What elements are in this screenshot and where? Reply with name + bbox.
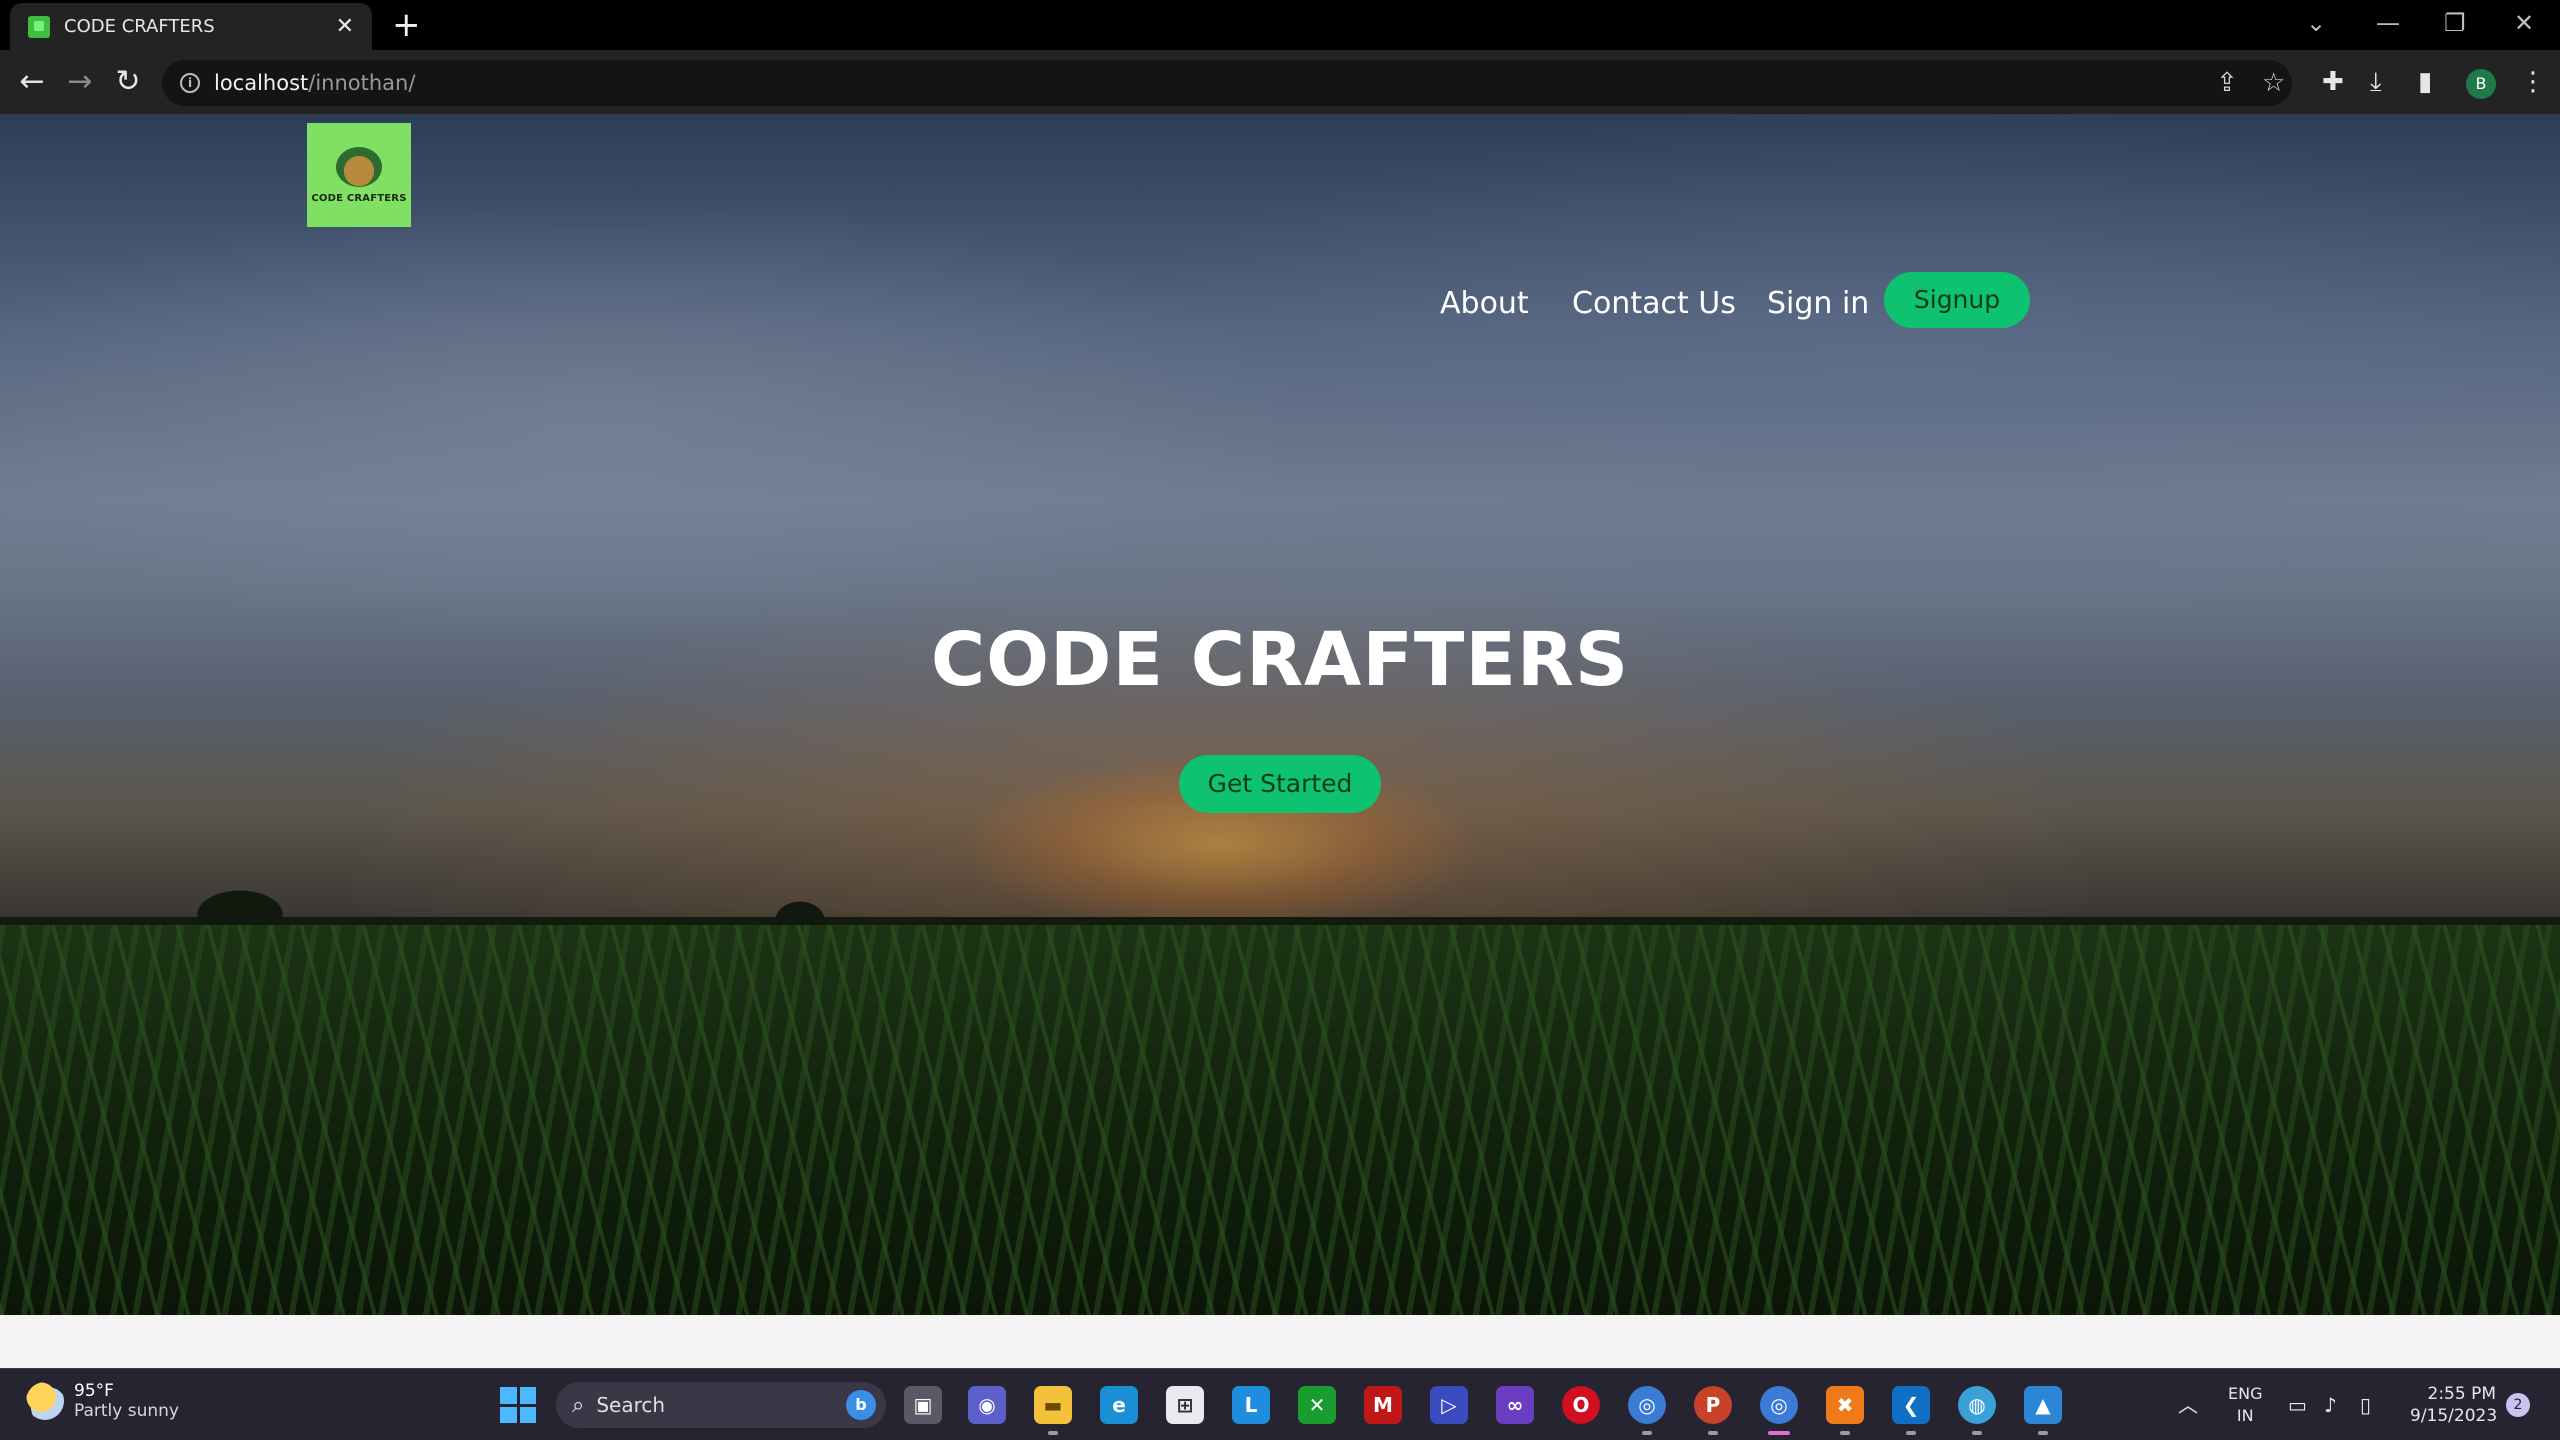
- page-viewport: CODE CRAFTERS About Contact Us Sign in S…: [0, 115, 2560, 1368]
- back-button[interactable]: ←: [14, 64, 50, 100]
- volume-icon[interactable]: ♪: [2324, 1387, 2337, 1423]
- signup-button[interactable]: Signup: [1884, 272, 2030, 328]
- lens-app-icon[interactable]: L: [1232, 1386, 1270, 1424]
- microsoft-store-icon[interactable]: ⊞: [1166, 1386, 1204, 1424]
- nav-contact-us[interactable]: Contact Us: [1572, 286, 1736, 321]
- system-clock[interactable]: 2:55 PM 9/15/2023: [2410, 1383, 2498, 1427]
- tab-close-icon[interactable]: ✕: [336, 15, 354, 38]
- hero-title: CODE CRAFTERS: [930, 617, 1630, 703]
- chrome-icon[interactable]: ◎: [1760, 1386, 1798, 1435]
- side-panel-icon[interactable]: ▮: [2418, 67, 2432, 97]
- windows-start-icon[interactable]: [500, 1387, 536, 1423]
- site-nav: About Contact Us Sign in: [0, 173, 2560, 321]
- powerpoint-icon[interactable]: P: [1694, 1386, 1732, 1435]
- menu-kebab-icon[interactable]: ⋮: [2520, 67, 2546, 97]
- file-explorer-icon[interactable]: ▬: [1034, 1386, 1072, 1435]
- site-favicon-icon: [28, 15, 50, 38]
- browser-tab[interactable]: CODE CRAFTERS ✕: [10, 3, 372, 50]
- language-region: IN: [2236, 1406, 2254, 1425]
- share-icon[interactable]: ⇪: [2216, 68, 2238, 98]
- weather-temperature: 95°F: [74, 1381, 114, 1401]
- battery-icon[interactable]: ▯: [2360, 1387, 2371, 1423]
- restore-button[interactable]: ❐: [2444, 8, 2466, 38]
- show-hidden-icons-icon[interactable]: ︿: [2178, 1387, 2198, 1423]
- xbox-icon[interactable]: ✕: [1298, 1386, 1336, 1424]
- tab-title: CODE CRAFTERS: [64, 16, 215, 37]
- taskbar: 95°F Partly sunny ⌕ Search b ▣ ◉ ▬ e ⊞ L…: [0, 1368, 2560, 1440]
- network-icon[interactable]: ▭: [2288, 1387, 2307, 1423]
- url-host: localhost: [214, 71, 309, 95]
- site-info-icon[interactable]: i: [180, 73, 200, 93]
- language-indicator[interactable]: ENG IN: [2228, 1383, 2262, 1427]
- get-started-button[interactable]: Get Started: [1179, 755, 1381, 813]
- nav-about[interactable]: About: [1440, 286, 1529, 321]
- notification-badge[interactable]: 2: [2506, 1393, 2530, 1417]
- clock-time: 2:55 PM: [2427, 1384, 2497, 1404]
- mcafee-icon[interactable]: M: [1364, 1386, 1402, 1424]
- reload-button[interactable]: ↻: [110, 64, 146, 100]
- hero-section: CODE CRAFTERS About Contact Us Sign in S…: [0, 115, 2560, 1315]
- xampp-icon[interactable]: ✖: [1826, 1386, 1864, 1435]
- search-label: Search: [596, 1393, 666, 1417]
- weather-description: Partly sunny: [74, 1401, 179, 1421]
- vscode-icon[interactable]: ❮: [1892, 1386, 1930, 1435]
- new-tab-button[interactable]: +: [392, 8, 421, 42]
- profile-avatar[interactable]: B: [2466, 69, 2496, 99]
- tab-search-icon[interactable]: ⌄: [2306, 8, 2326, 38]
- edge-icon[interactable]: e: [1100, 1386, 1138, 1424]
- minimize-button[interactable]: —: [2376, 8, 2400, 38]
- forward-button[interactable]: →: [62, 64, 98, 100]
- bookmark-star-icon[interactable]: ☆: [2262, 68, 2285, 98]
- nav-sign-in[interactable]: Sign in: [1767, 286, 1869, 321]
- earth-app-icon[interactable]: ◍: [1958, 1386, 1996, 1435]
- download-icon[interactable]: ⤓: [2370, 67, 2382, 97]
- opera-icon[interactable]: O: [1562, 1386, 1600, 1424]
- task-view-icon[interactable]: ▣: [904, 1386, 942, 1424]
- teams-chat-icon[interactable]: ◉: [968, 1386, 1006, 1424]
- search-icon: ⌕: [572, 1392, 585, 1418]
- language-code: ENG: [2228, 1384, 2263, 1403]
- partly-sunny-icon: [26, 1382, 64, 1420]
- power-automate-icon[interactable]: ▷: [1430, 1386, 1468, 1424]
- bing-icon[interactable]: b: [846, 1390, 876, 1420]
- clock-date: 9/15/2023: [2410, 1406, 2498, 1426]
- page-below-hero: [0, 1315, 2560, 1368]
- photos-icon[interactable]: ▲: [2024, 1386, 2062, 1435]
- taskbar-search[interactable]: ⌕ Search b: [556, 1382, 886, 1428]
- tab-strip: CODE CRAFTERS ✕ + ⌄ — ❐ ✕: [0, 0, 2560, 50]
- weather-widget[interactable]: 95°F Partly sunny: [26, 1381, 179, 1421]
- address-bar[interactable]: i localhost/innothan/ ⇪ ☆: [162, 60, 2292, 106]
- close-window-button[interactable]: ✕: [2514, 8, 2534, 38]
- extensions-icon[interactable]: ✚: [2322, 67, 2344, 97]
- visual-studio-icon[interactable]: ∞: [1496, 1386, 1534, 1424]
- grass-field: [0, 925, 2560, 1315]
- url-path: /innothan/: [308, 71, 416, 95]
- browser-toolbar: ← → ↻ i localhost/innothan/ ⇪ ☆ ✚ ⤓ ▮ B …: [0, 50, 2560, 115]
- chrome-profile-icon[interactable]: ◎: [1628, 1386, 1666, 1435]
